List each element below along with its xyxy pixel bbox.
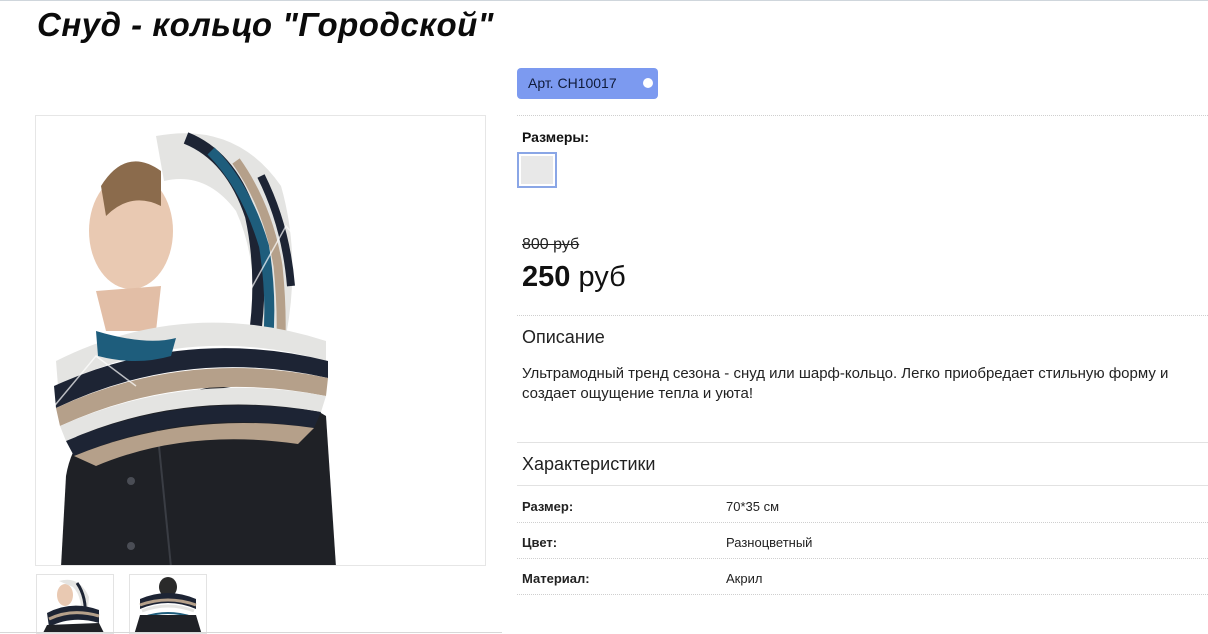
old-price: 800 руб (522, 236, 580, 253)
spec-row-size: Размер: 70*35 см (517, 487, 1208, 523)
spec-key: Цвет: (522, 535, 558, 550)
sku-dot-icon (643, 78, 653, 88)
spec-value: Разноцветный (726, 535, 813, 550)
size-option[interactable] (517, 152, 557, 188)
divider (517, 485, 1208, 486)
spec-value: 70*35 см (726, 499, 780, 514)
current-price-currency: руб (578, 261, 626, 293)
spec-row-material: Материал: Акрил (517, 559, 1208, 595)
sku-text: Арт. СН10017 (528, 75, 617, 91)
thumbnail-1[interactable] (36, 574, 114, 634)
size-option-fill (521, 156, 553, 184)
spec-value: Акрил (726, 571, 763, 586)
thumbnail-back-illustration (134, 577, 202, 633)
current-price: 250 руб (522, 261, 626, 294)
spec-key: Материал: (522, 571, 590, 586)
product-main-image[interactable] (35, 115, 486, 566)
spec-key: Размер: (522, 499, 574, 514)
thumbnail-front-illustration (43, 579, 104, 633)
thumbnail-2[interactable] (129, 574, 207, 634)
sizes-label: Размеры: (522, 129, 590, 145)
top-border (0, 0, 1208, 1)
divider (517, 442, 1208, 443)
current-price-amount: 250 (522, 261, 571, 293)
spec-row-color: Цвет: Разноцветный (517, 523, 1208, 559)
characteristics-heading: Характеристики (522, 454, 656, 474)
divider (517, 315, 1208, 316)
sku-badge: Арт. СН10017 (517, 68, 658, 99)
product-title: Снуд - кольцо "Городской" (37, 6, 494, 43)
description-text: Ультрамодный тренд сезона - снуд или шар… (522, 365, 1169, 402)
divider (517, 115, 1208, 116)
product-photo-illustration (45, 132, 336, 565)
description-heading: Описание (522, 327, 605, 347)
